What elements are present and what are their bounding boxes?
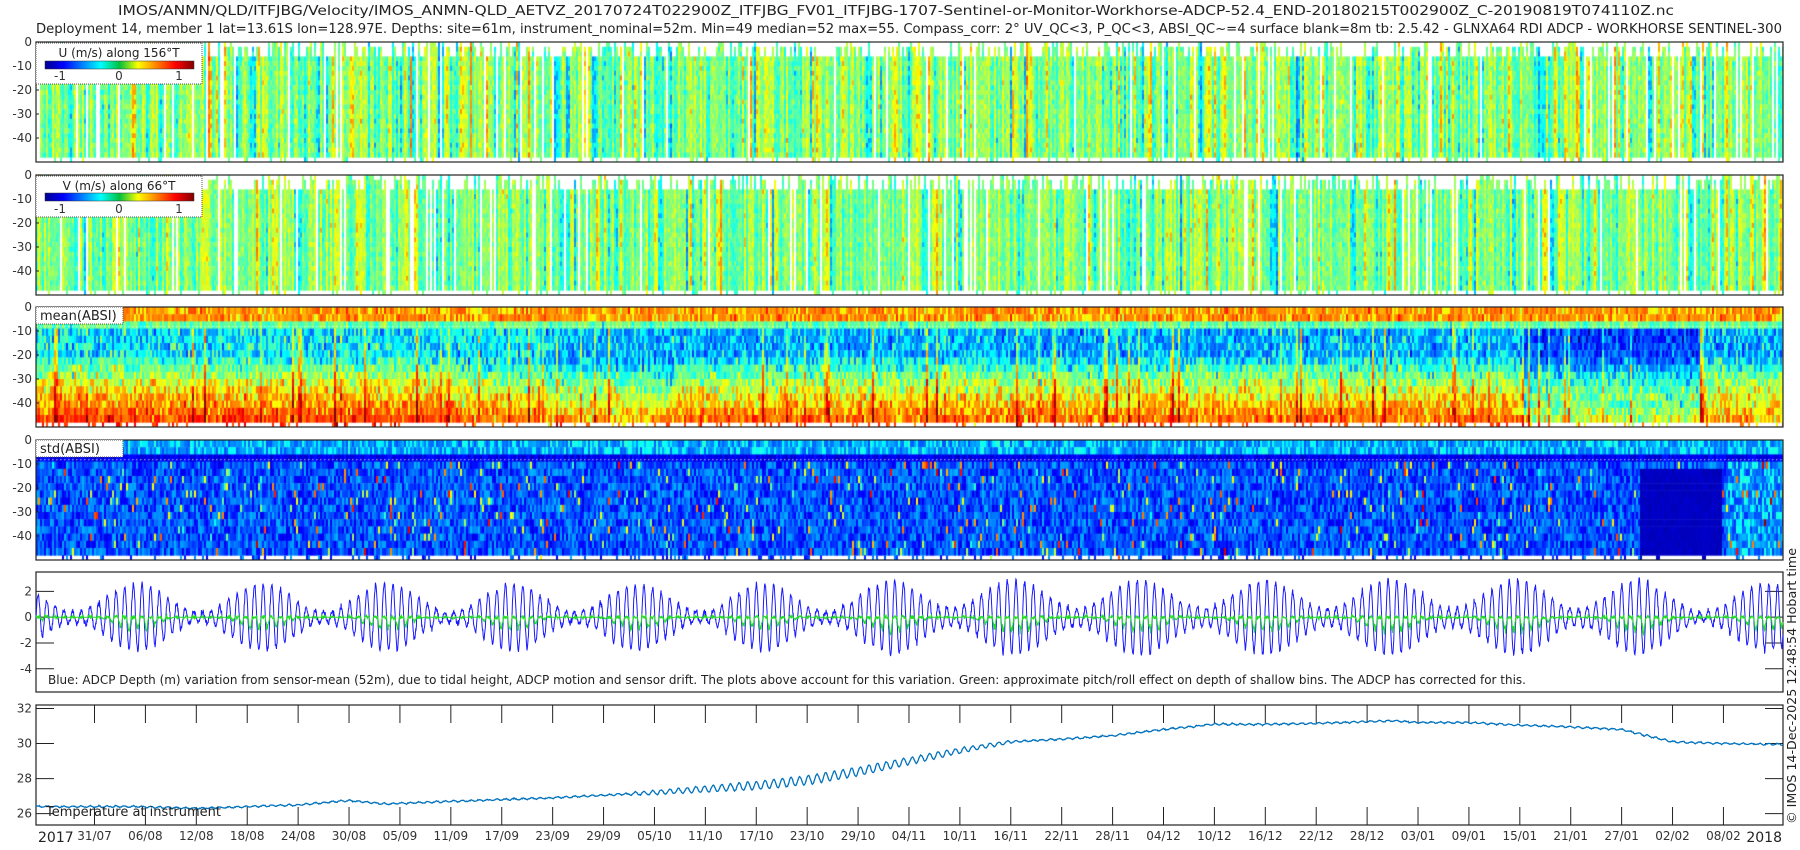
v-velocity-y-tick-label: 0 bbox=[24, 168, 32, 182]
temperature-y-tick-label: 32 bbox=[17, 702, 32, 716]
x-tick-label: 09/01 bbox=[1452, 829, 1487, 843]
x-tick-label: 28/11 bbox=[1095, 829, 1130, 843]
std-absi-legend: std(ABSI) bbox=[35, 439, 124, 458]
v-legend-title: V (m/s) along 66°T bbox=[63, 179, 177, 193]
u-colorbar bbox=[44, 60, 195, 70]
x-tick-label: 05/10 bbox=[637, 829, 672, 843]
x-tick-label: 03/01 bbox=[1401, 829, 1436, 843]
x-tick-label: 18/08 bbox=[230, 829, 265, 843]
mean-absi-y-tick-label: -20 bbox=[12, 348, 32, 362]
axes-layer: 0-10-20-30-400-10-20-30-400-10-20-30-400… bbox=[12, 35, 1784, 843]
depth-variation-y-tick-label: 0 bbox=[24, 610, 32, 624]
std-absi-y-tick-label: -40 bbox=[12, 529, 32, 543]
v-velocity-panel-frame bbox=[35, 174, 1784, 296]
mean-absi-y-tick-label: -30 bbox=[12, 372, 32, 386]
x-tick-label: 04/11 bbox=[892, 829, 927, 843]
temperature-y-tick-label: 30 bbox=[17, 737, 32, 751]
std-absi-y-tick-label: 0 bbox=[24, 433, 32, 447]
v-velocity-y-tick-label: -30 bbox=[12, 240, 32, 254]
year-end-label: 2018 bbox=[1746, 830, 1782, 846]
figure-title-path: IMOS/ANMN/QLD/ITFJBG/Velocity/IMOS_ANMN-… bbox=[118, 4, 1674, 19]
v-colorbar-tick: 0 bbox=[115, 202, 123, 216]
x-tick-label: 08/02 bbox=[1706, 829, 1741, 843]
std-absi-y-tick-label: -20 bbox=[12, 481, 32, 495]
x-tick-label: 16/12 bbox=[1248, 829, 1283, 843]
x-tick-label: 16/11 bbox=[993, 829, 1028, 843]
x-tick-label: 24/08 bbox=[281, 829, 316, 843]
x-tick-label: 22/12 bbox=[1299, 829, 1334, 843]
x-tick-label: 30/08 bbox=[332, 829, 367, 843]
v-colorbar-tick: 1 bbox=[175, 202, 183, 216]
year-start-label: 2017 bbox=[38, 830, 74, 846]
x-tick-label: 11/09 bbox=[434, 829, 469, 843]
u-colorbar-tick: 1 bbox=[175, 69, 183, 83]
x-tick-label: 02/02 bbox=[1655, 829, 1690, 843]
v-velocity-y-tick-label: -20 bbox=[12, 216, 32, 230]
x-tick-label: 11/10 bbox=[688, 829, 723, 843]
std-absi-y-tick-label: -10 bbox=[12, 457, 32, 471]
adcp-figure: IMOS/ANMN/QLD/ITFJBG/Velocity/IMOS_ANMN-… bbox=[0, 0, 1800, 850]
v-velocity-y-tick-label: -10 bbox=[12, 192, 32, 206]
figure-title-metadata: Deployment 14, member 1 lat=13.61S lon=1… bbox=[36, 22, 1782, 37]
x-tick-label: 15/01 bbox=[1503, 829, 1538, 843]
x-tick-label: 22/11 bbox=[1044, 829, 1079, 843]
x-tick-label: 27/01 bbox=[1604, 829, 1639, 843]
u-velocity-y-tick-label: -40 bbox=[12, 131, 32, 145]
mean-absi-y-tick-label: -10 bbox=[12, 324, 32, 338]
x-tick-label: 12/08 bbox=[179, 829, 214, 843]
temperature-y-tick-label: 26 bbox=[17, 807, 32, 821]
v-colorbar bbox=[44, 192, 195, 202]
x-tick-label: 31/07 bbox=[77, 829, 112, 843]
mean-absi-panel-frame bbox=[35, 306, 1784, 428]
mean-absi-legend-title: mean(ABSI) bbox=[40, 309, 117, 324]
depth-variation-y-tick-label: -2 bbox=[20, 636, 32, 650]
x-tick-label: 28/12 bbox=[1350, 829, 1385, 843]
u-legend-title: U (m/s) along 156°T bbox=[58, 46, 180, 60]
x-tick-label: 17/09 bbox=[484, 829, 519, 843]
temperature-label: Temperature at instrument bbox=[45, 805, 221, 820]
temperature-y-tick-label: 28 bbox=[17, 772, 32, 786]
u-colorbar-tick: 0 bbox=[115, 69, 123, 83]
depth-variation-annotation: Blue: ADCP Depth (m) variation from sens… bbox=[48, 672, 1526, 687]
x-tick-label: 29/09 bbox=[586, 829, 621, 843]
depth-variation-y-tick-label: -4 bbox=[20, 662, 32, 676]
u-velocity-y-tick-label: -10 bbox=[12, 59, 32, 73]
mean-absi-y-tick-label: -40 bbox=[12, 396, 32, 410]
v-legend: V (m/s) along 66°T -1 0 1 bbox=[35, 175, 203, 218]
v-colorbar-tick: -1 bbox=[54, 202, 66, 216]
std-absi-y-tick-label: -30 bbox=[12, 505, 32, 519]
u-velocity-panel-frame bbox=[35, 41, 1784, 163]
u-colorbar-tick: -1 bbox=[54, 69, 66, 83]
x-tick-label: 29/10 bbox=[841, 829, 876, 843]
v-velocity-y-tick-label: -40 bbox=[12, 264, 32, 278]
x-tick-label: 10/11 bbox=[943, 829, 978, 843]
u-velocity-y-tick-label: 0 bbox=[24, 35, 32, 49]
x-tick-label: 21/01 bbox=[1553, 829, 1588, 843]
temperature-line bbox=[35, 719, 1783, 810]
figure-overlay: IMOS/ANMN/QLD/ITFJBG/Velocity/IMOS_ANMN-… bbox=[12, 4, 1799, 846]
u-velocity-y-tick-label: -30 bbox=[12, 107, 32, 121]
lines-layer bbox=[35, 577, 1784, 810]
x-tick-label: 23/09 bbox=[535, 829, 570, 843]
mean-absi-y-tick-label: 0 bbox=[24, 300, 32, 314]
std-absi-panel-frame bbox=[35, 439, 1784, 561]
x-tick-label: 06/08 bbox=[128, 829, 163, 843]
x-tick-label: 23/10 bbox=[790, 829, 825, 843]
u-legend: U (m/s) along 156°T -1 0 1 bbox=[35, 42, 203, 85]
credit-timestamp: © IMOS 14-Dec-2025 12:48:54 Hobart time bbox=[1784, 548, 1799, 824]
std-absi-legend-title: std(ABSI) bbox=[40, 442, 100, 457]
x-tick-label: 04/12 bbox=[1146, 829, 1181, 843]
u-velocity-y-tick-label: -20 bbox=[12, 83, 32, 97]
x-tick-label: 05/09 bbox=[383, 829, 418, 843]
mean-absi-legend: mean(ABSI) bbox=[35, 306, 124, 325]
x-tick-label: 10/12 bbox=[1197, 829, 1232, 843]
depth-variation-y-tick-label: 2 bbox=[24, 584, 32, 598]
x-tick-label: 17/10 bbox=[739, 829, 774, 843]
